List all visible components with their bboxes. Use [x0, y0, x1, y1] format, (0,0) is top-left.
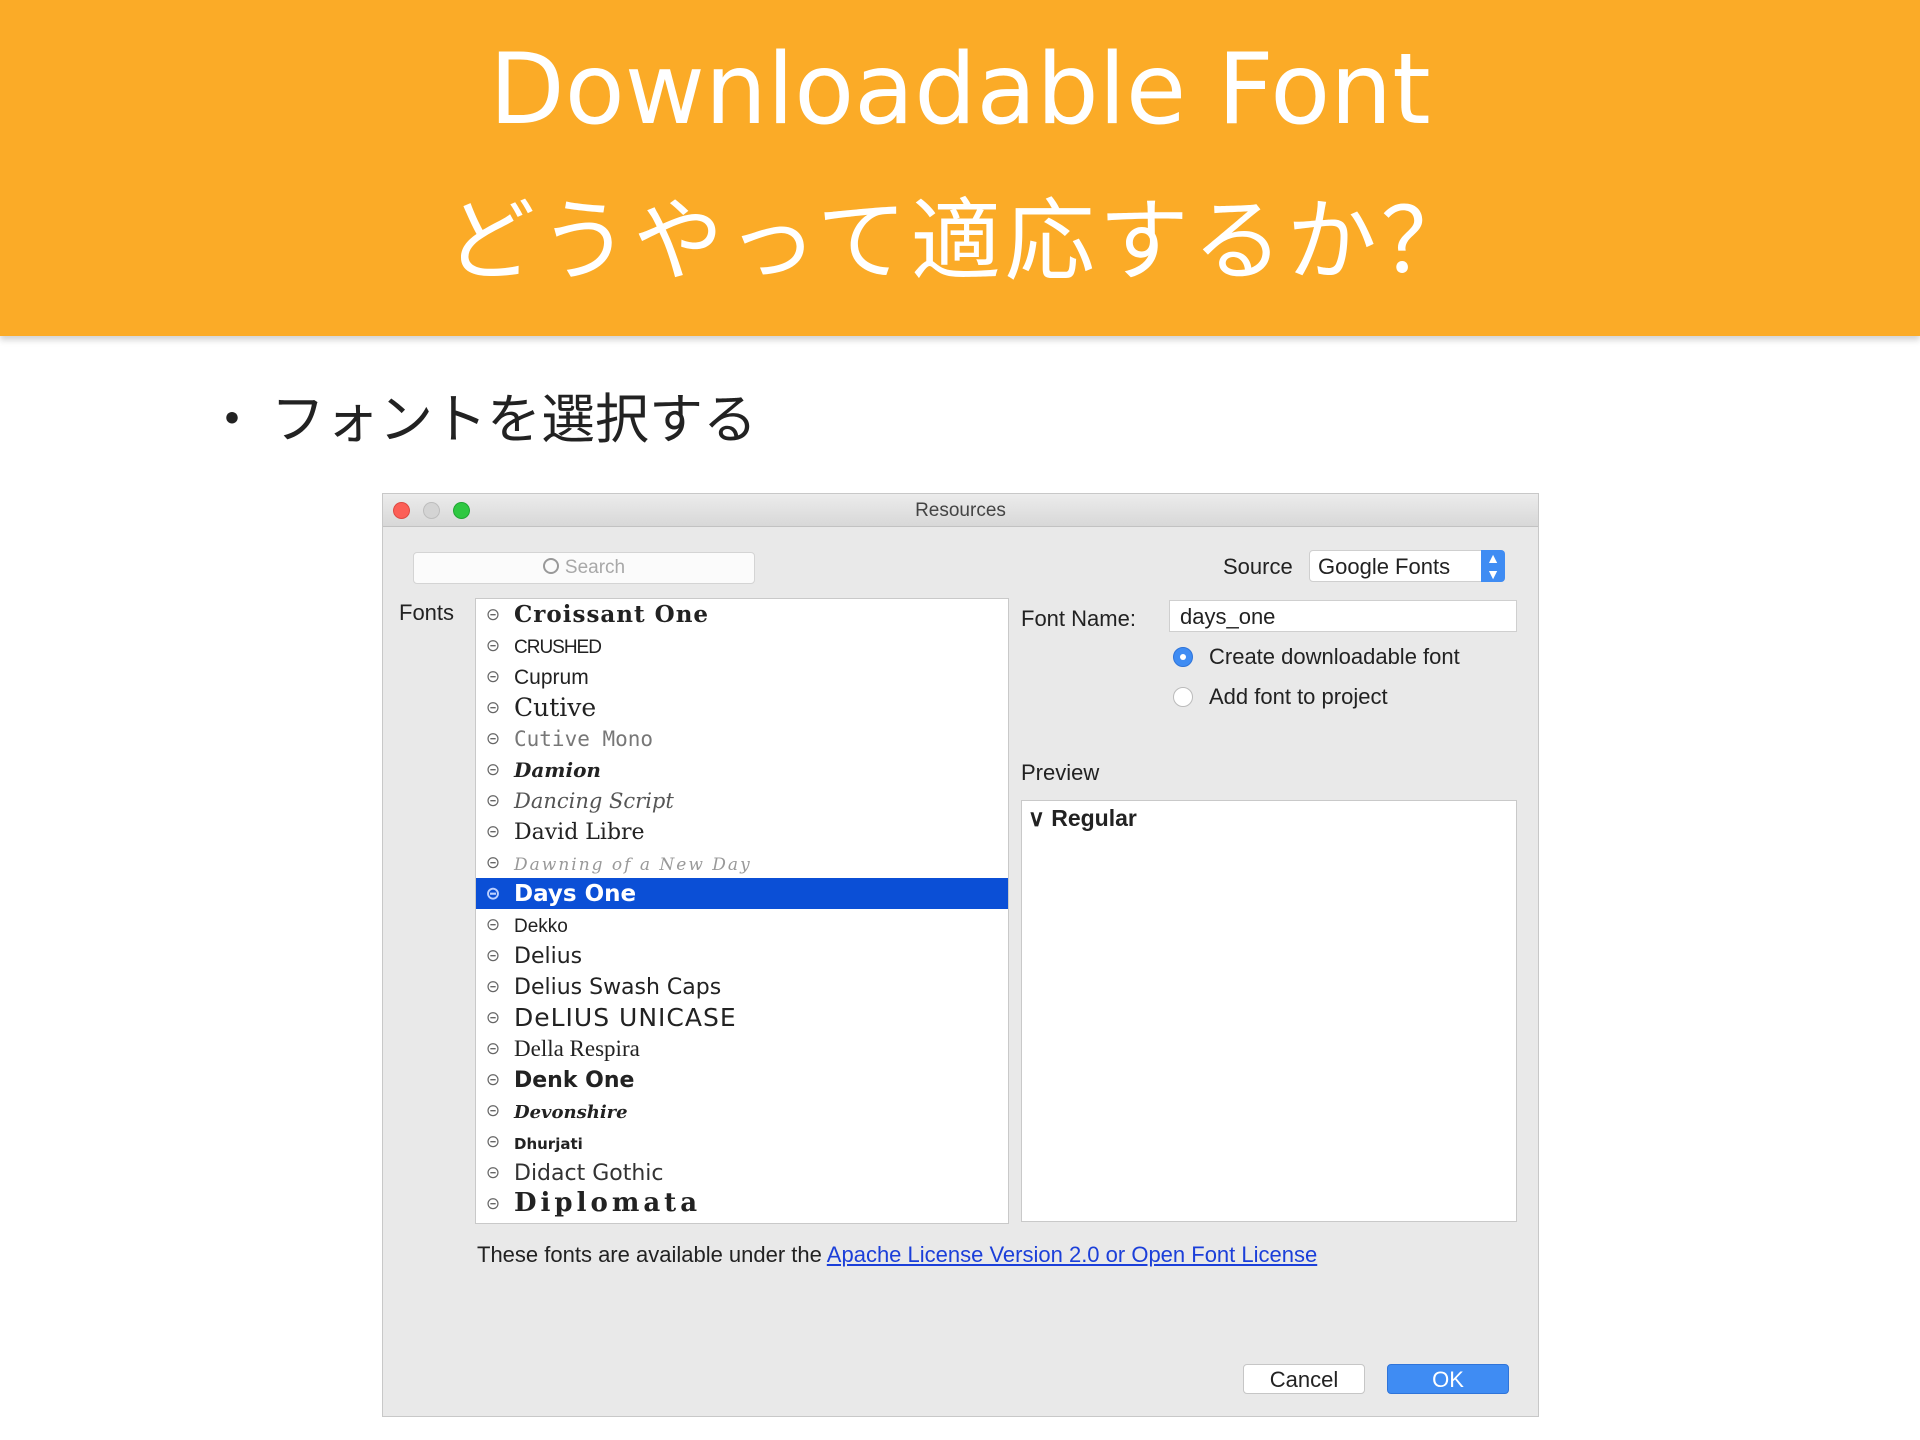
font-list-item[interactable]: ⊝ Damion	[476, 754, 1008, 785]
font-name-input[interactable]: days_one	[1169, 600, 1517, 632]
font-list-item[interactable]: ⊝ Cutive	[476, 692, 1008, 723]
title-bar: Resources	[383, 494, 1538, 527]
preview-item-regular[interactable]: ∨ Regular	[1028, 805, 1137, 832]
search-input[interactable]: Search	[413, 552, 755, 584]
font-list-item[interactable]: ⊝ Didact Gothic	[476, 1157, 1008, 1188]
link-icon: ⊝	[485, 1101, 501, 1120]
link-icon: ⊝	[485, 977, 501, 996]
bullet-text: フォントを選択する	[271, 388, 757, 451]
link-icon: ⊝	[485, 667, 501, 686]
font-list-item-label: Dancing Script	[514, 789, 674, 813]
link-icon: ⊝	[485, 698, 501, 717]
link-icon: ⊝	[485, 1194, 501, 1213]
source-value: Google Fonts	[1318, 554, 1451, 579]
font-list-item[interactable]: ⊝ DeLIUS UNICASE	[476, 1002, 1008, 1033]
link-icon: ⊝	[485, 1132, 501, 1151]
font-list-item-label: Dhurjati	[514, 1135, 583, 1153]
font-list-item-label: Delius	[514, 944, 583, 969]
search-icon	[542, 558, 559, 574]
link-icon: ⊝	[485, 605, 501, 624]
link-icon: ⊝	[485, 915, 501, 934]
font-list-item-label: Croissant One	[514, 601, 710, 628]
font-list-item-label: Della Respira	[514, 1036, 640, 1061]
bullet-point: ・フォントを選択する	[205, 380, 757, 460]
font-list-item-label: Days One	[514, 881, 637, 907]
font-list-item[interactable]: ⊝ Delius Swash Caps	[476, 971, 1008, 1002]
font-list-item-label: Dawning of a New Day	[514, 855, 752, 875]
link-icon: ⊝	[485, 1070, 501, 1089]
updown-arrows-icon: ▲ ▼	[1481, 550, 1505, 582]
link-icon: ⊝	[485, 884, 501, 903]
font-list-item[interactable]: ⊝ Devonshire	[476, 1095, 1008, 1126]
license-text: These fonts are available under the	[477, 1242, 827, 1267]
font-list-item-label: Denk One	[514, 1068, 635, 1093]
fonts-label: Fonts	[399, 600, 455, 625]
preview-box: ∨ Regular	[1021, 800, 1517, 1222]
font-list-item[interactable]: ⊝ Della Respira	[476, 1033, 1008, 1064]
link-icon: ⊝	[485, 636, 501, 655]
font-list-item-label: David Libre	[514, 820, 645, 845]
license-note: These fonts are available under the Apac…	[477, 1242, 1317, 1268]
font-list-item[interactable]: ⊝ Delius	[476, 940, 1008, 971]
font-list-item[interactable]: ⊝ Cuprum	[476, 661, 1008, 692]
slide-header: Downloadable Font どうやって適応するか？	[0, 0, 1920, 336]
font-list[interactable]: ⊝ Croissant One ⊝ crushed ⊝ Cuprum ⊝ Cutive ⊝ Cut…	[475, 598, 1009, 1224]
cancel-button[interactable]: Cancel	[1243, 1364, 1365, 1394]
slide-title: Downloadable Font	[489, 33, 1431, 147]
font-list-item-label: Dekko	[514, 916, 568, 937]
license-link[interactable]: Apache License Version 2.0 or Open Font …	[827, 1242, 1317, 1267]
preview-item-label: Regular	[1051, 805, 1137, 831]
font-list-item-label: Delius Swash Caps	[514, 975, 722, 1000]
font-list-item[interactable]: ⊝ Diplomata	[476, 1188, 1008, 1219]
font-name-label: Font Name:	[1021, 606, 1136, 631]
font-list-item-label: Cutive Mono	[514, 727, 654, 751]
chevron-down-icon: ∨	[1028, 805, 1045, 831]
font-list-item[interactable]: ⊝ Days One	[476, 878, 1008, 909]
font-list-item[interactable]: ⊝ Cutive Mono	[476, 723, 1008, 754]
bullet-marker: ・	[205, 388, 259, 451]
resources-dialog: Resources Search Source Google Fonts ▲ ▼ …	[382, 493, 1539, 1417]
radio-add-font-to-project[interactable]: Add font to project	[1173, 684, 1388, 710]
font-list-item[interactable]: ⊝ Dekko	[476, 909, 1008, 940]
font-list-item[interactable]: ⊝ Dancing Script	[476, 785, 1008, 816]
radio-create-label: Create downloadable font	[1209, 644, 1460, 669]
link-icon: ⊝	[485, 791, 501, 810]
font-list-item[interactable]: ⊝ Denk One	[476, 1064, 1008, 1095]
source-select[interactable]: Google Fonts ▲ ▼	[1309, 550, 1505, 582]
font-list-item-label: Damion	[514, 758, 601, 782]
link-icon: ⊝	[485, 729, 501, 748]
ok-button[interactable]: OK	[1387, 1364, 1509, 1394]
slide-subtitle: どうやって適応するか？	[445, 189, 1475, 294]
font-list-item-label: DeLIUS UNICASE	[514, 1003, 737, 1032]
font-list-item-label: Cutive	[514, 693, 597, 722]
radio-unselected-icon	[1173, 687, 1193, 707]
search-placeholder: Search	[564, 557, 626, 578]
font-list-item[interactable]: ⊝ crushed	[476, 630, 1008, 661]
radio-selected-icon	[1173, 647, 1193, 667]
font-list-item-label: crushed	[514, 637, 602, 658]
link-icon: ⊝	[485, 1039, 501, 1058]
preview-label: Preview	[1021, 760, 1100, 785]
window-title: Resources	[915, 500, 1006, 521]
link-icon: ⊝	[485, 1163, 501, 1182]
link-icon: ⊝	[485, 1008, 501, 1027]
link-icon: ⊝	[485, 946, 501, 965]
radio-add-label: Add font to project	[1209, 684, 1388, 709]
font-list-item[interactable]: ⊝ Dhurjati	[476, 1126, 1008, 1157]
font-list-item[interactable]: ⊝ Croissant One	[476, 599, 1008, 630]
link-icon: ⊝	[485, 853, 501, 872]
font-list-item-label: Devonshire	[514, 1102, 628, 1123]
font-list-item-label: Diplomata	[514, 1188, 702, 1218]
radio-create-downloadable-font[interactable]: Create downloadable font	[1173, 644, 1460, 670]
font-list-item-label: Cuprum	[514, 666, 589, 689]
font-list-item[interactable]: ⊝ Dawning of a New Day	[476, 847, 1008, 878]
link-icon: ⊝	[485, 760, 501, 779]
link-icon: ⊝	[485, 822, 501, 841]
font-list-item[interactable]: ⊝ David Libre	[476, 816, 1008, 847]
font-list-item-label: Didact Gothic	[514, 1161, 664, 1186]
source-label: Source	[1223, 554, 1293, 579]
